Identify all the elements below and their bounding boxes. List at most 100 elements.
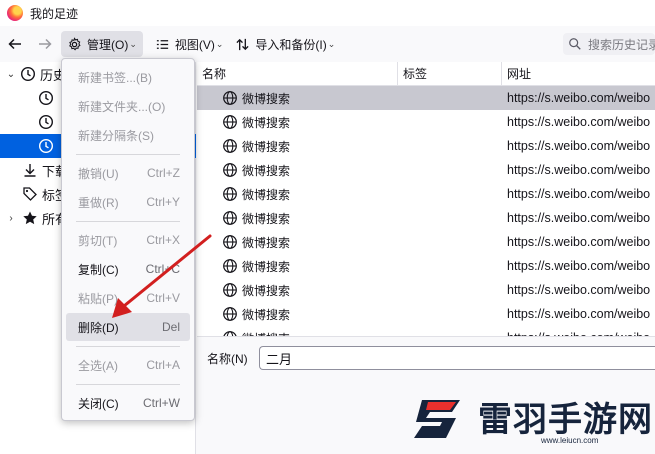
menu-item-paste[interactable]: 粘贴(P) Ctrl+V: [66, 284, 190, 312]
cell-name: 微博搜索: [197, 306, 502, 323]
arrow-left-icon: [8, 38, 21, 50]
tag-icon: [23, 187, 37, 201]
menu-item-select-all[interactable]: 全选(A) Ctrl+A: [66, 351, 190, 379]
menu-item-label: 新建分隔条(S): [78, 128, 154, 143]
cell-name-text: 微博搜索: [242, 115, 291, 130]
table-row[interactable]: 微博搜索 https://s.weibo.com/weibo: [197, 230, 655, 254]
cell-url: https://s.weibo.com/weibo: [507, 163, 651, 177]
globe-icon: [223, 259, 237, 273]
menu-item-shortcut: Ctrl+X: [146, 233, 180, 247]
menu-item-label: 新建书签...(B): [78, 70, 152, 85]
import-backup-menu-button[interactable]: 导入和备份(I) ⌄: [229, 31, 341, 57]
cell-name-text: 微博搜索: [242, 283, 291, 298]
chevron-right-icon[interactable]: ›: [4, 213, 18, 224]
import-export-icon: [236, 38, 250, 50]
menu-separator: [76, 384, 180, 385]
cell-url: https://s.weibo.com/weibo: [507, 259, 651, 273]
table-row[interactable]: 微博搜索 https://s.weibo.com/weibo: [197, 134, 655, 158]
forward-button[interactable]: [34, 33, 56, 55]
cell-url: https://s.weibo.com/weibo: [507, 139, 651, 153]
table-row[interactable]: 微博搜索 https://s.weibo.com/weibo: [197, 302, 655, 326]
menu-item-copy[interactable]: 复制(C) Ctrl+C: [66, 255, 190, 283]
menu-separator: [76, 221, 180, 222]
globe-icon: [223, 187, 237, 201]
cell-name-text: 微博搜索: [242, 187, 291, 202]
cell-name-text: 微博搜索: [242, 307, 291, 322]
chevron-down-icon[interactable]: ⌄: [4, 69, 18, 80]
title-bar: 我的足迹: [0, 0, 655, 26]
name-field[interactable]: [259, 346, 655, 370]
manage-menu-button[interactable]: 管理(O) ⌄: [61, 31, 143, 57]
cell-url: https://s.weibo.com/weibo: [507, 307, 651, 321]
cell-name-text: 微博搜索: [242, 259, 291, 274]
cell-name-text: 微博搜索: [242, 91, 291, 106]
menu-item-shortcut: Ctrl+A: [146, 358, 180, 372]
watermark: 雷羽手游网 www.leiucn.com: [408, 390, 652, 450]
star-icon: [23, 211, 37, 225]
chevron-down-icon: ⌄: [215, 38, 224, 49]
watermark-logo: [414, 400, 460, 438]
back-button[interactable]: [4, 33, 26, 55]
search-placeholder: 搜索历史记录: [588, 37, 655, 52]
menu-item-close[interactable]: 关闭(C) Ctrl+W: [66, 389, 190, 417]
firefox-logo-icon: [7, 5, 23, 21]
table-body: 微博搜索 https://s.weibo.com/weibo 微博搜索 https:/…: [197, 86, 655, 336]
download-icon: [24, 164, 36, 177]
menu-item-label: 删除(D): [78, 320, 119, 335]
table-row[interactable]: 微博搜索 https://s.weibo.com/weibo: [197, 254, 655, 278]
table-row[interactable]: 微博搜索 https://s.weibo.com/weibo: [197, 158, 655, 182]
cell-name: 微博搜索: [197, 114, 502, 131]
menu-item-shortcut: Ctrl+V: [146, 291, 180, 305]
cell-name-text: 微博搜索: [242, 139, 291, 154]
globe-icon: [223, 139, 237, 153]
menu-item-new-separator[interactable]: 新建分隔条(S): [66, 121, 190, 149]
window-title: 我的足迹: [30, 6, 79, 21]
table-row[interactable]: 微博搜索https://s.weibo.com/weibo: [197, 206, 655, 230]
cell-name-text: 微博搜索: [242, 163, 291, 178]
cell-url: https://s.weibo.com/weibo: [507, 235, 651, 249]
menu-item-label: 重做(R): [78, 195, 119, 210]
table-row[interactable]: 微博搜索https://s.weibo.com/weibo: [197, 182, 655, 206]
menu-item-label: 全选(A): [78, 358, 118, 373]
column-header-tags[interactable]: 标签: [398, 62, 502, 86]
cell-name: 微博搜索: [197, 210, 502, 227]
cell-url: https://s.weibo.com/weibo: [507, 283, 651, 297]
menu-item-shortcut: Ctrl+W: [143, 396, 180, 410]
cell-url: https://s.weibo.com/weibo: [507, 91, 651, 105]
cell-name-text: 微博搜索: [242, 211, 291, 226]
cell-url: https://s.weibo.com/weibo: [507, 115, 651, 129]
chevron-down-icon: ⌄: [327, 38, 336, 49]
globe-icon: [223, 235, 237, 249]
menu-item-delete[interactable]: 删除(D) Del: [66, 313, 190, 341]
globe-icon: [223, 211, 237, 225]
name-field-label: 名称(N): [207, 352, 248, 366]
column-header-name[interactable]: 名称: [197, 62, 398, 86]
menu-item-new-folder[interactable]: 新建文件夹...(O): [66, 92, 190, 120]
cell-name-text: 微博搜索: [242, 235, 291, 250]
menu-item-undo[interactable]: 撤销(U) Ctrl+Z: [66, 159, 190, 187]
globe-icon: [223, 115, 237, 129]
search-icon: [569, 38, 581, 50]
menu-item-cut[interactable]: 剪切(T) Ctrl+X: [66, 226, 190, 254]
column-header-url[interactable]: 网址: [502, 62, 655, 86]
menu-item-redo[interactable]: 重做(R) Ctrl+Y: [66, 188, 190, 216]
search-history-input[interactable]: 搜索历史记录: [563, 33, 655, 55]
menu-item-new-bookmark[interactable]: 新建书签...(B): [66, 63, 190, 91]
table-row[interactable]: 微博搜索 https://s.weibo.com/weibo: [197, 278, 655, 302]
table-row[interactable]: 微博搜索 https://s.weibo.com/weibo: [197, 86, 655, 110]
view-menu-button[interactable]: 视图(V) ⌄: [149, 31, 230, 57]
menu-item-label: 撤销(U): [78, 166, 119, 181]
list-icon: [156, 39, 168, 49]
import-label: 导入和备份(I): [255, 37, 327, 52]
view-label: 视图(V): [174, 37, 215, 52]
menu-separator: [76, 346, 180, 347]
clock-icon: [38, 138, 54, 154]
table-row[interactable]: 微博搜索 https://s.weibo.com/weibo: [197, 110, 655, 134]
menu-item-label: 新建文件夹...(O): [78, 99, 166, 114]
cell-name: 微博搜索: [197, 138, 502, 155]
globe-icon: [223, 163, 237, 177]
cell-name: 微博搜索: [197, 282, 502, 299]
menu-item-shortcut: Del: [161, 320, 180, 334]
clock-icon: [20, 66, 36, 82]
table-row[interactable]: 微博搜索https://s.weibo.com/weibo: [197, 326, 655, 336]
